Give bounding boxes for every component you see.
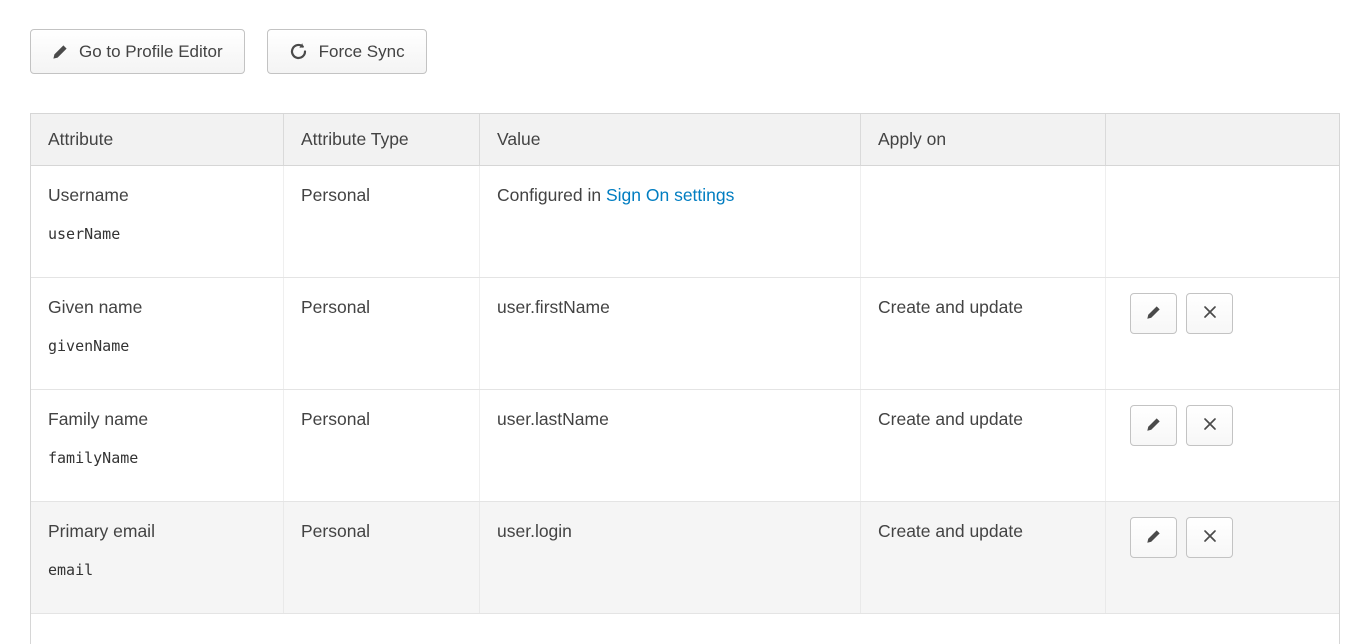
value-text: Configured in [497,185,606,205]
pencil-icon [52,44,68,60]
force-sync-label: Force Sync [319,42,405,62]
edit-mapping-button[interactable] [1130,517,1177,558]
attribute-variable-name: givenName [48,337,266,355]
edit-mapping-button[interactable] [1130,405,1177,446]
apply-on-cell: Create and update [860,390,1105,501]
table-row-family-name: Family name familyName Personal user.las… [31,389,1339,501]
attribute-cell: Family name familyName [31,390,283,501]
table-header-row: Attribute Attribute Type Value Apply on [31,114,1339,166]
apply-on-cell: Create and update [860,502,1105,613]
table-row-given-name: Given name givenName Personal user.first… [31,277,1339,389]
attribute-label: Username [48,185,266,206]
x-icon [1203,305,1217,322]
attribute-cell: Username userName [31,166,283,277]
header-actions [1105,114,1339,165]
value-cell: Configured in Sign On settings [479,166,860,277]
attribute-variable-name: email [48,561,266,579]
actions-cell [1105,278,1339,389]
attribute-type-cell: Personal [283,166,479,277]
attribute-variable-name: familyName [48,449,266,467]
attribute-mappings-page: Go to Profile Editor Force Sync Attribut… [0,0,1370,644]
attribute-cell: Given name givenName [31,278,283,389]
remove-mapping-button[interactable] [1186,405,1233,446]
attribute-label: Family name [48,409,266,430]
attribute-cell: Primary email email [31,502,283,613]
attribute-type-cell: Personal [283,502,479,613]
actions-cell [1105,166,1339,277]
go-to-profile-editor-button[interactable]: Go to Profile Editor [30,29,245,74]
edit-mapping-button[interactable] [1130,293,1177,334]
table-row-username: Username userName Personal Configured in… [31,166,1339,277]
attribute-label: Primary email [48,521,266,542]
table-row-primary-email: Primary email email Personal user.login … [31,501,1339,613]
force-sync-button[interactable]: Force Sync [267,29,427,74]
attribute-variable-name: userName [48,225,266,243]
sign-on-settings-link[interactable]: Sign On settings [606,185,734,205]
value-cell: user.lastName [479,390,860,501]
pencil-icon [1146,417,1161,435]
go-to-profile-editor-label: Go to Profile Editor [79,42,223,62]
value-cell: user.login [479,502,860,613]
value-cell: user.firstName [479,278,860,389]
header-apply-on: Apply on [860,114,1105,165]
attribute-label: Given name [48,297,266,318]
toolbar: Go to Profile Editor Force Sync [0,0,1370,74]
actions-cell [1105,502,1339,613]
x-icon [1203,529,1217,546]
actions-cell [1105,390,1339,501]
apply-on-cell [860,166,1105,277]
attribute-type-cell: Personal [283,390,479,501]
header-attribute: Attribute [31,114,283,165]
table-row-partial [31,613,1339,644]
apply-on-cell: Create and update [860,278,1105,389]
remove-mapping-button[interactable] [1186,293,1233,334]
x-icon [1203,417,1217,434]
remove-mapping-button[interactable] [1186,517,1233,558]
refresh-icon [289,42,308,61]
pencil-icon [1146,529,1161,547]
pencil-icon [1146,305,1161,323]
header-attribute-type: Attribute Type [283,114,479,165]
attribute-mappings-table: Attribute Attribute Type Value Apply on … [30,113,1340,644]
attribute-type-cell: Personal [283,278,479,389]
header-value: Value [479,114,860,165]
